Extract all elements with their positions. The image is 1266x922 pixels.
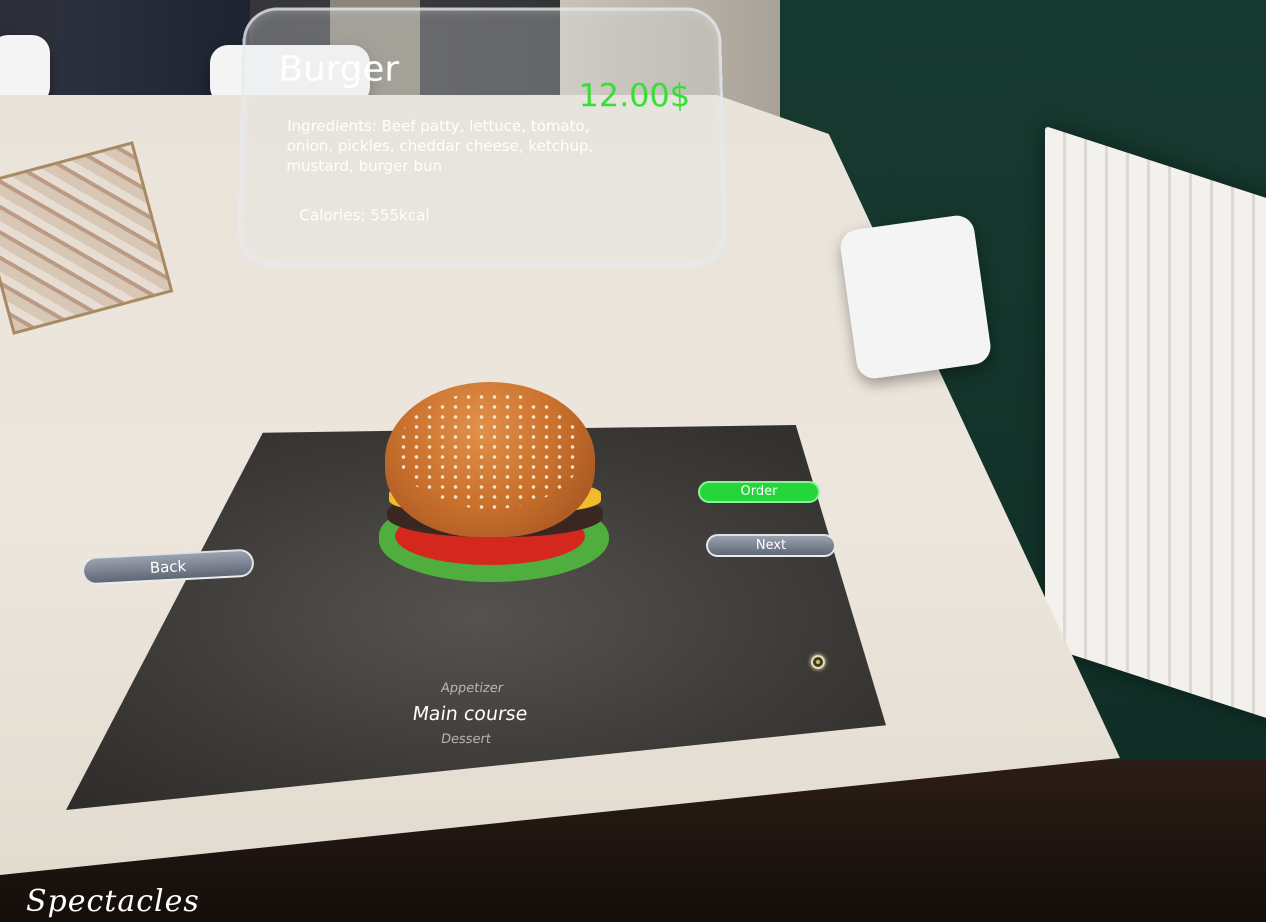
dish-price: 12.00$ xyxy=(578,77,690,114)
category-appetizer[interactable]: Appetizer xyxy=(419,681,525,696)
dish-calories: Calories: 555kcal xyxy=(299,206,430,224)
order-button[interactable]: Order xyxy=(698,481,820,503)
gaze-cursor-icon xyxy=(811,655,825,669)
burger-3d-model[interactable] xyxy=(375,382,615,602)
dish-title: Burger xyxy=(278,49,399,89)
dish-info-panel: Burger 12.00$ Ingredients: Beef patty, l… xyxy=(236,8,727,268)
burger-bun-top xyxy=(385,382,595,537)
chair-back-left xyxy=(0,35,50,105)
radiator xyxy=(1045,126,1266,724)
sesame-seeds xyxy=(397,392,583,509)
dish-ingredients: Ingredients: Beef patty, lettuce, tomato… xyxy=(286,116,618,176)
spectacles-watermark: Spectacles xyxy=(26,884,200,919)
next-button[interactable]: Next xyxy=(706,534,836,557)
category-main-course[interactable]: Main course xyxy=(390,703,549,725)
category-dessert[interactable]: Dessert xyxy=(417,732,515,747)
chair-right xyxy=(838,213,993,380)
